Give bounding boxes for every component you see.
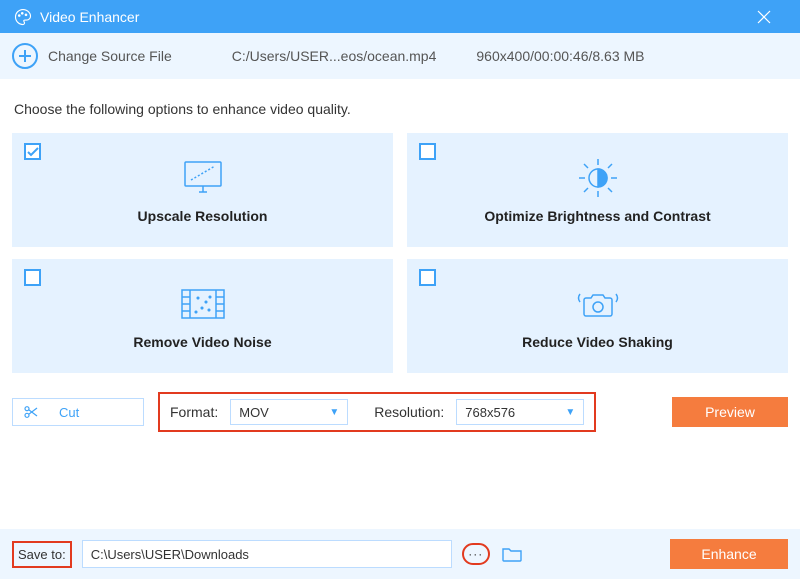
option-upscale-resolution[interactable]: Upscale Resolution bbox=[12, 133, 393, 247]
save-path-input[interactable]: C:\Users\USER\Downloads bbox=[82, 540, 452, 568]
checkbox-shaking[interactable] bbox=[419, 269, 436, 286]
scissors-icon bbox=[23, 404, 39, 420]
resolution-label: Resolution: bbox=[374, 404, 444, 420]
caret-down-icon: ▼ bbox=[329, 407, 339, 418]
option-label: Reduce Video Shaking bbox=[522, 334, 673, 350]
camera-shake-icon bbox=[574, 282, 622, 326]
save-path-value: C:\Users\USER\Downloads bbox=[91, 547, 249, 562]
footer-bar: Save to: C:\Users\USER\Downloads ··· Enh… bbox=[0, 529, 800, 579]
enhance-button[interactable]: Enhance bbox=[670, 539, 788, 569]
change-source-button[interactable] bbox=[12, 43, 38, 69]
format-select[interactable]: MOV ▼ bbox=[230, 399, 348, 425]
option-reduce-shaking[interactable]: Reduce Video Shaking bbox=[407, 259, 788, 373]
source-info: 960x400/00:00:46/8.63 MB bbox=[476, 48, 644, 64]
checkbox-upscale[interactable] bbox=[24, 143, 41, 160]
checkbox-noise[interactable] bbox=[24, 269, 41, 286]
open-folder-button[interactable] bbox=[500, 544, 524, 564]
option-brightness-contrast[interactable]: Optimize Brightness and Contrast bbox=[407, 133, 788, 247]
close-icon[interactable] bbox=[756, 9, 786, 25]
preview-button[interactable]: Preview bbox=[672, 397, 788, 427]
cut-button[interactable]: Cut bbox=[12, 398, 144, 426]
format-resolution-group: Format: MOV ▼ Resolution: 768x576 ▼ bbox=[158, 392, 596, 432]
film-noise-icon bbox=[178, 282, 228, 326]
controls-row: Cut Format: MOV ▼ Resolution: 768x576 ▼ … bbox=[0, 373, 800, 431]
cut-label: Cut bbox=[59, 405, 79, 420]
format-value: MOV bbox=[239, 405, 269, 420]
option-remove-noise[interactable]: Remove Video Noise bbox=[12, 259, 393, 373]
app-title: Video Enhancer bbox=[40, 9, 756, 25]
resolution-select[interactable]: 768x576 ▼ bbox=[456, 399, 584, 425]
caret-down-icon: ▼ bbox=[565, 407, 575, 418]
source-path: C:/Users/USER...eos/ocean.mp4 bbox=[232, 48, 437, 64]
save-to-label: Save to: bbox=[12, 541, 72, 568]
palette-icon bbox=[14, 8, 32, 26]
checkbox-brightness[interactable] bbox=[419, 143, 436, 160]
options-grid: Upscale Resolution Optimize Brightness a… bbox=[0, 133, 800, 373]
format-label: Format: bbox=[170, 404, 218, 420]
brightness-icon bbox=[576, 156, 620, 200]
checkmark-icon bbox=[27, 147, 39, 157]
option-label: Optimize Brightness and Contrast bbox=[484, 208, 710, 224]
change-source-label[interactable]: Change Source File bbox=[48, 48, 172, 64]
instruction-text: Choose the following options to enhance … bbox=[0, 79, 800, 133]
option-label: Remove Video Noise bbox=[133, 334, 271, 350]
browse-button[interactable]: ··· bbox=[462, 543, 490, 565]
resolution-value: 768x576 bbox=[465, 405, 515, 420]
source-bar: Change Source File C:/Users/USER...eos/o… bbox=[0, 33, 800, 79]
monitor-icon bbox=[181, 156, 225, 200]
option-label: Upscale Resolution bbox=[138, 208, 268, 224]
titlebar: Video Enhancer bbox=[0, 0, 800, 33]
